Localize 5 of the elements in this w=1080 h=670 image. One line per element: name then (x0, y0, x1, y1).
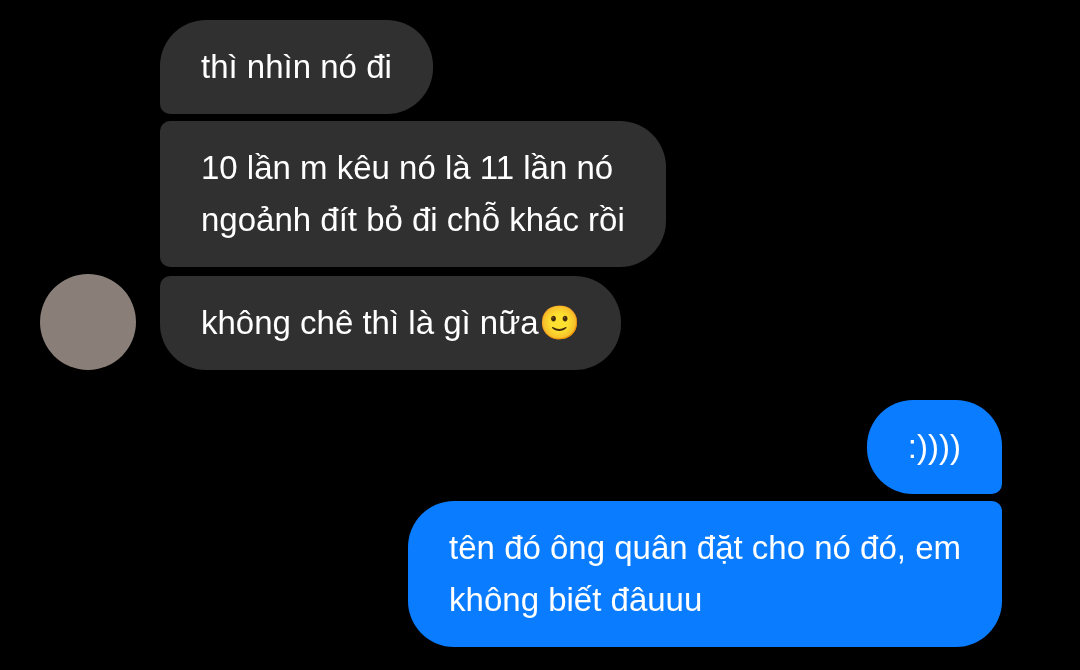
sent-message: tên đó ông quân đặt cho nó đó, em không biết đâuuu (408, 501, 1002, 647)
received-message: không chê thì là gì nữa🙂 (160, 276, 621, 370)
sent-message: :)))) (866, 400, 1002, 494)
received-message: thì nhìn nó đi (160, 20, 433, 114)
received-message: 10 lần m kêu nó là 11 lần nó ngoảnh đít bỏ đi chỗ khác rồi (160, 121, 666, 267)
